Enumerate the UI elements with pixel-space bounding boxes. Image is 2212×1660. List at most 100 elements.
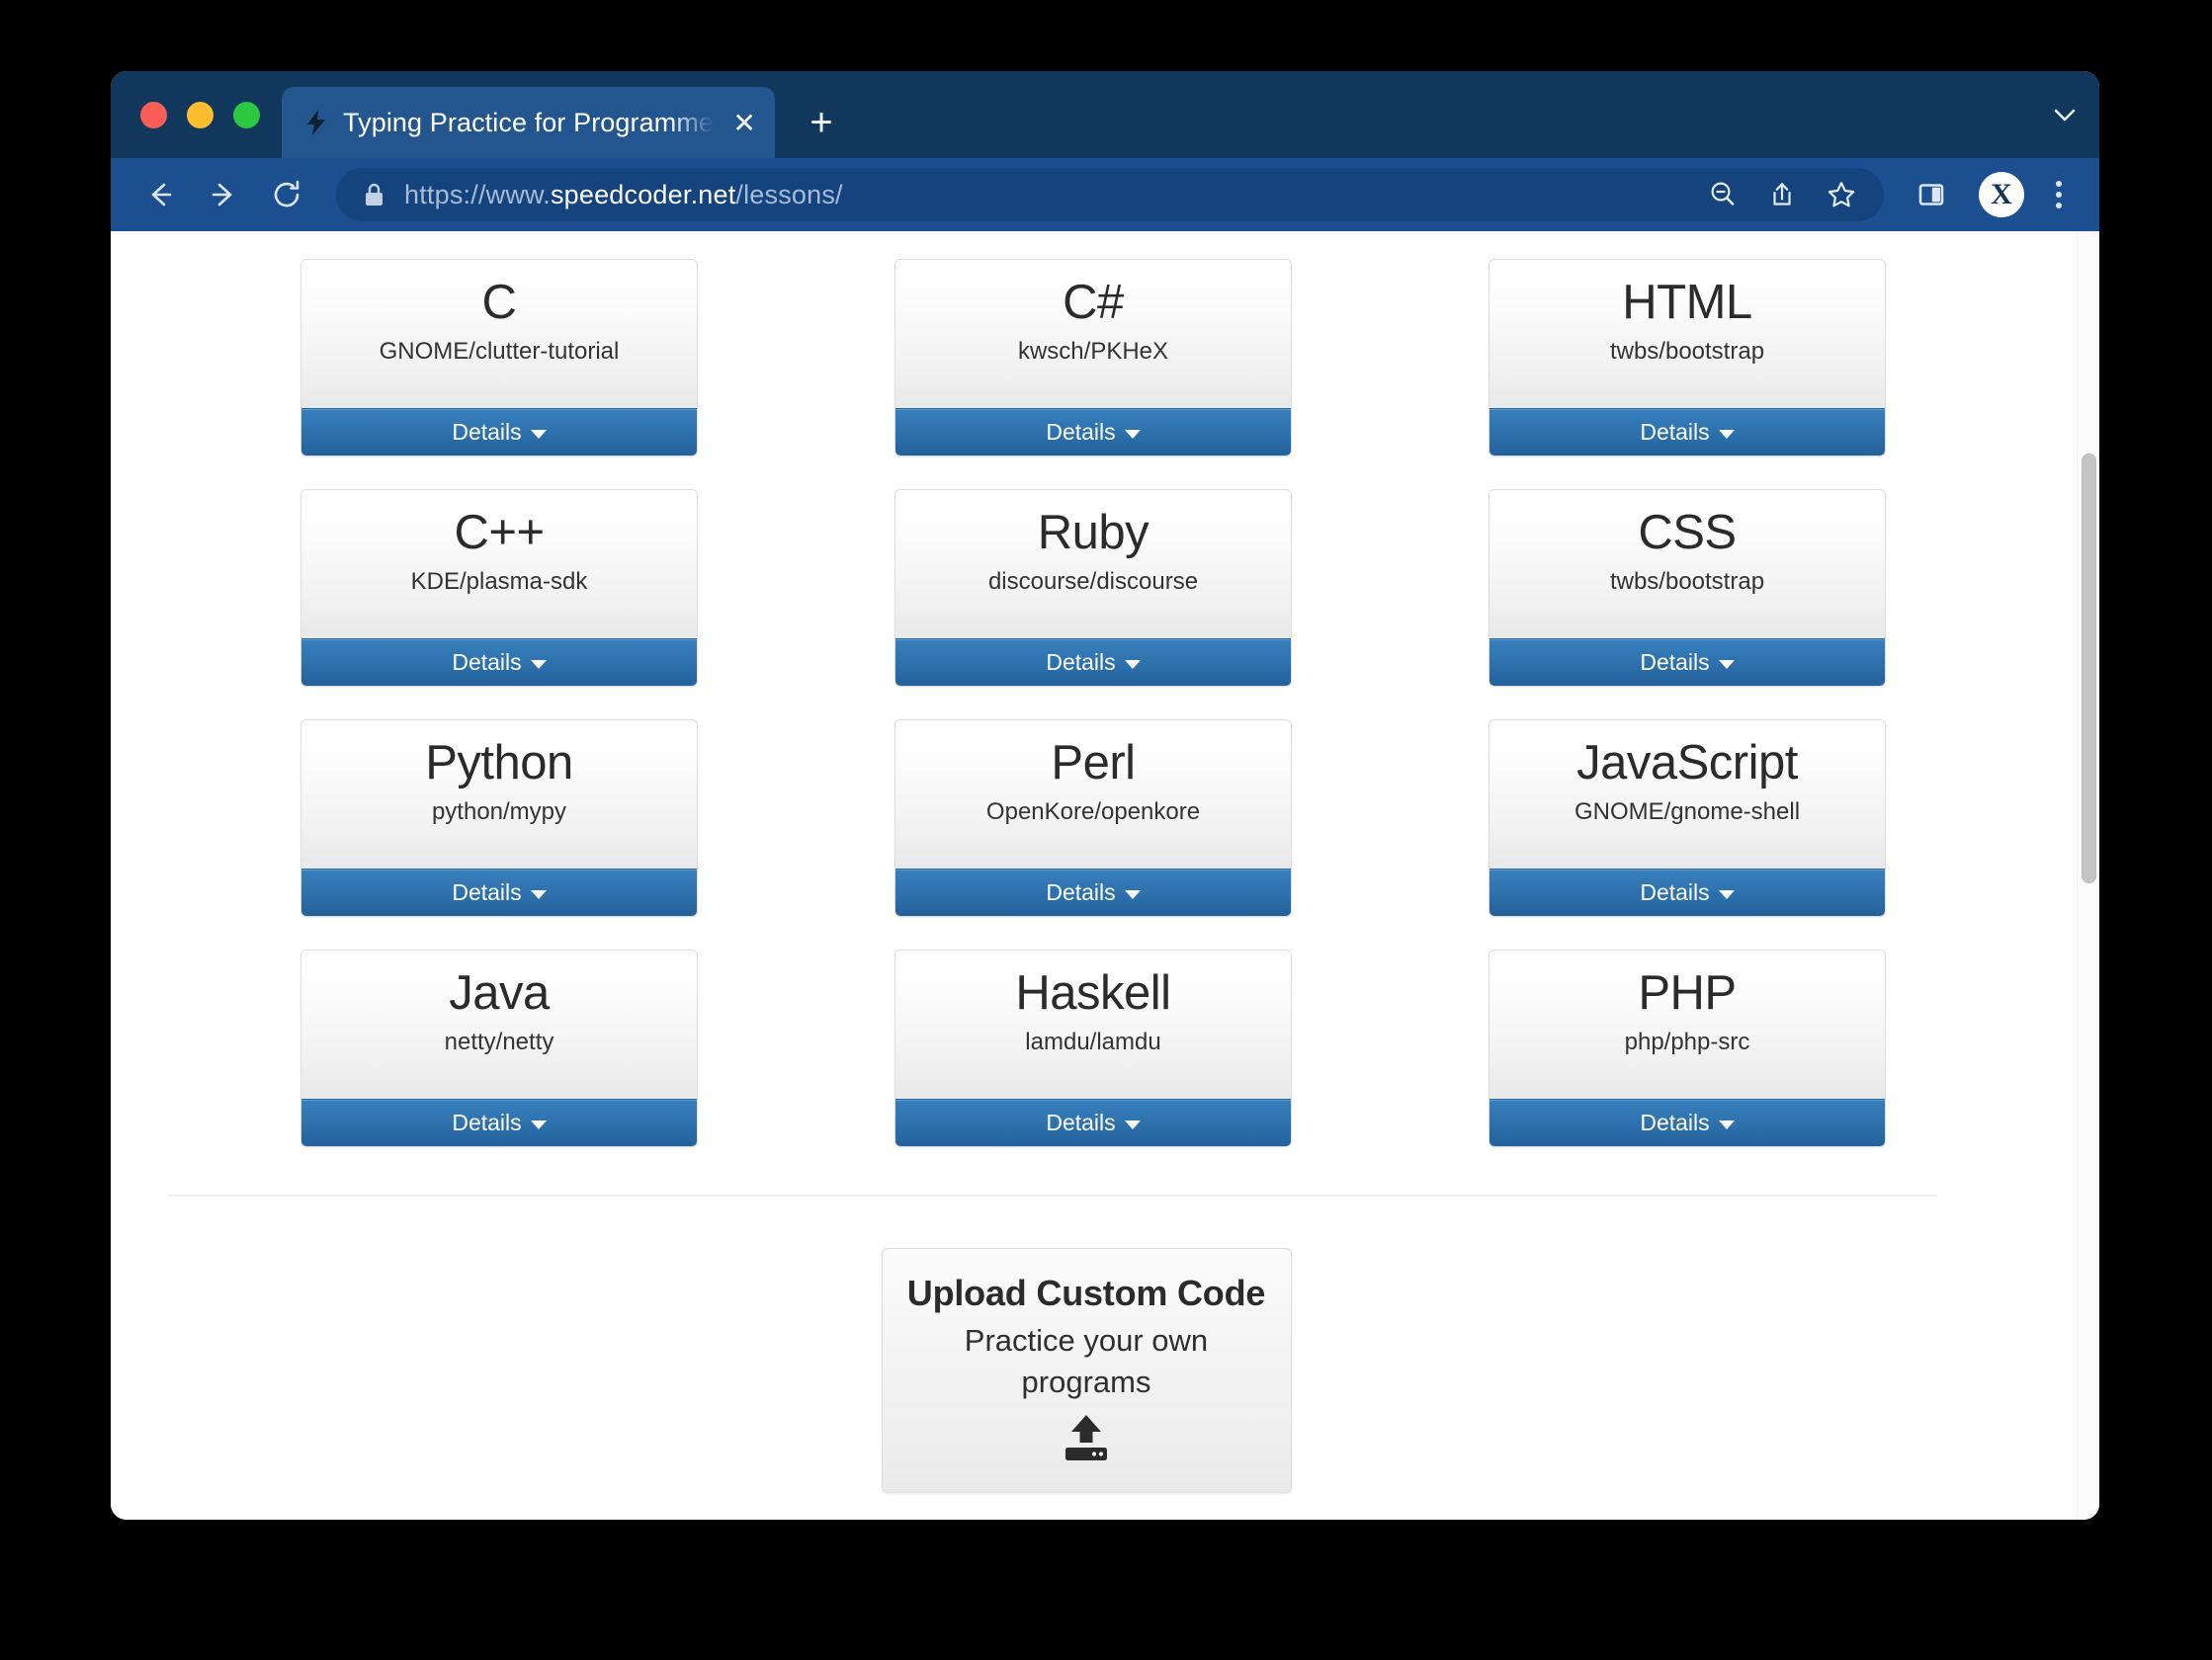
address-bar[interactable]: https://www.speedcoder.net/lessons/ [336,168,1884,221]
details-button[interactable]: Details [1489,869,1885,916]
hard-drive-upload-icon [900,1413,1273,1466]
upload-card-subtitle: Practice your own programs [964,1323,1209,1399]
lesson-card-body: JavaScript GNOME/gnome-shell [1489,720,1885,869]
details-button-label: Details [1046,1110,1116,1135]
caret-down-icon [530,660,547,669]
menu-dot [2056,192,2062,198]
close-tab-button[interactable]: ✕ [727,106,761,139]
lesson-language: PHP [1638,966,1737,1020]
lesson-repository: lamdu/lamdu [1025,1029,1161,1055]
new-tab-button[interactable]: + [793,94,850,151]
lesson-repository: KDE/plasma-sdk [410,568,588,595]
caret-down-icon [1124,660,1141,669]
details-button-label: Details [452,649,522,675]
avatar[interactable]: X [1979,172,2024,217]
maximize-window-button[interactable] [233,101,260,128]
back-button[interactable] [130,165,190,224]
lesson-repository: twbs/bootstrap [1609,568,1765,595]
lesson-card-body: C++ KDE/plasma-sdk [301,490,697,638]
three-dot-menu-icon[interactable] [2036,165,2082,224]
caret-down-icon [530,890,547,899]
details-button[interactable]: Details [895,869,1291,916]
details-button-label: Details [452,879,522,905]
tab-strip: Typing Practice for Programme ✕ + [111,71,2099,158]
details-button[interactable]: Details [1489,1099,1885,1146]
lesson-card[interactable]: HTML twbs/bootstrap Details [1489,259,1886,456]
reload-button[interactable] [257,165,316,224]
details-button-label: Details [1640,419,1710,445]
chevron-down-icon[interactable] [2030,71,2099,158]
minimize-window-button[interactable] [187,101,213,128]
caret-down-icon [1124,430,1141,439]
lock-icon [362,181,386,208]
page-scrollbar-thumb[interactable] [2082,454,2096,883]
lesson-language: HTML [1622,276,1752,329]
lesson-repository: php/php-src [1624,1029,1750,1055]
lesson-language: Perl [1051,736,1136,789]
close-window-button[interactable] [140,101,167,128]
share-icon[interactable] [1755,168,1809,221]
details-button[interactable]: Details [895,1099,1291,1146]
caret-down-icon [1718,430,1735,439]
page-viewport: C GNOME/clutter-tutorial Details C# kwsch/PK… [111,231,2099,1520]
lesson-card-body: Perl OpenKore/openkore [895,720,1291,869]
page-scrollbar[interactable] [2077,231,2099,1520]
lesson-card[interactable]: Python python/mypy Details [300,719,698,917]
zoom-out-icon[interactable] [1696,168,1749,221]
lesson-repository: kwsch/PKHeX [1017,338,1169,365]
browser-toolbar: https://www.speedcoder.net/lessons/ X [111,158,2099,231]
browser-window: Typing Practice for Programme ✕ + https:… [111,71,2099,1520]
lesson-card[interactable]: Ruby discourse/discourse Details [894,489,1292,687]
caret-down-icon [1718,890,1735,899]
lesson-card-body: Haskell lamdu/lamdu [895,951,1291,1099]
lesson-language: Ruby [1037,506,1149,559]
caret-down-icon [1124,890,1141,899]
caret-down-icon [1124,1120,1141,1129]
details-button[interactable]: Details [301,638,697,686]
upload-custom-code-card[interactable]: Upload Custom Code Practice your own pro… [881,1248,1292,1493]
details-button[interactable]: Details [301,869,697,916]
details-button[interactable]: Details [1489,408,1885,456]
url-scheme: https://www. [404,179,551,209]
window-controls [125,71,282,158]
details-button-label: Details [1640,649,1710,675]
lesson-card[interactable]: Java netty/netty Details [300,950,698,1147]
lesson-card[interactable]: C# kwsch/PKHeX Details [894,259,1292,456]
menu-dot [2056,203,2062,208]
lesson-card[interactable]: C GNOME/clutter-tutorial Details [300,259,698,456]
star-icon[interactable] [1815,168,1868,221]
lesson-card-grid: C GNOME/clutter-tutorial Details C# kwsch/PK… [111,231,2032,1147]
lesson-repository: netty/netty [444,1029,554,1055]
lesson-language: JavaScript [1576,736,1798,789]
details-button-label: Details [1046,649,1116,675]
details-button[interactable]: Details [1489,638,1885,686]
lesson-card-body: Java netty/netty [301,951,697,1099]
details-button-label: Details [452,1110,522,1135]
details-button[interactable]: Details [895,408,1291,456]
details-button[interactable]: Details [301,408,697,456]
lesson-card[interactable]: Haskell lamdu/lamdu Details [894,950,1292,1147]
forward-button[interactable] [194,165,253,224]
details-button[interactable]: Details [895,638,1291,686]
address-bar-url: https://www.speedcoder.net/lessons/ [404,180,843,210]
lesson-card[interactable]: JavaScript GNOME/gnome-shell Details [1489,719,1886,917]
lesson-card[interactable]: PHP php/php-src Details [1489,950,1886,1147]
caret-down-icon [530,1120,547,1129]
lesson-card-body: C# kwsch/PKHeX [895,260,1291,408]
details-button[interactable]: Details [301,1099,697,1146]
lesson-card[interactable]: CSS twbs/bootstrap Details [1489,489,1886,687]
lesson-language: Haskell [1015,966,1171,1020]
details-button-label: Details [1640,1110,1710,1135]
lesson-card-body: Python python/mypy [301,720,697,869]
lesson-card[interactable]: Perl OpenKore/openkore Details [894,719,1292,917]
lesson-card[interactable]: C++ KDE/plasma-sdk Details [300,489,698,687]
lesson-repository: python/mypy [431,798,567,825]
lesson-language: C [481,276,517,329]
browser-tab-active[interactable]: Typing Practice for Programme ✕ [282,87,776,158]
page-content: C GNOME/clutter-tutorial Details C# kwsch/PK… [111,231,2032,1520]
lesson-repository: GNOME/clutter-tutorial [379,338,620,365]
lesson-card-body: CSS twbs/bootstrap [1489,490,1885,638]
lesson-language: C# [1063,276,1124,329]
url-path: /lessons/ [735,179,843,209]
sidebar-panel-icon[interactable] [1902,165,1961,224]
